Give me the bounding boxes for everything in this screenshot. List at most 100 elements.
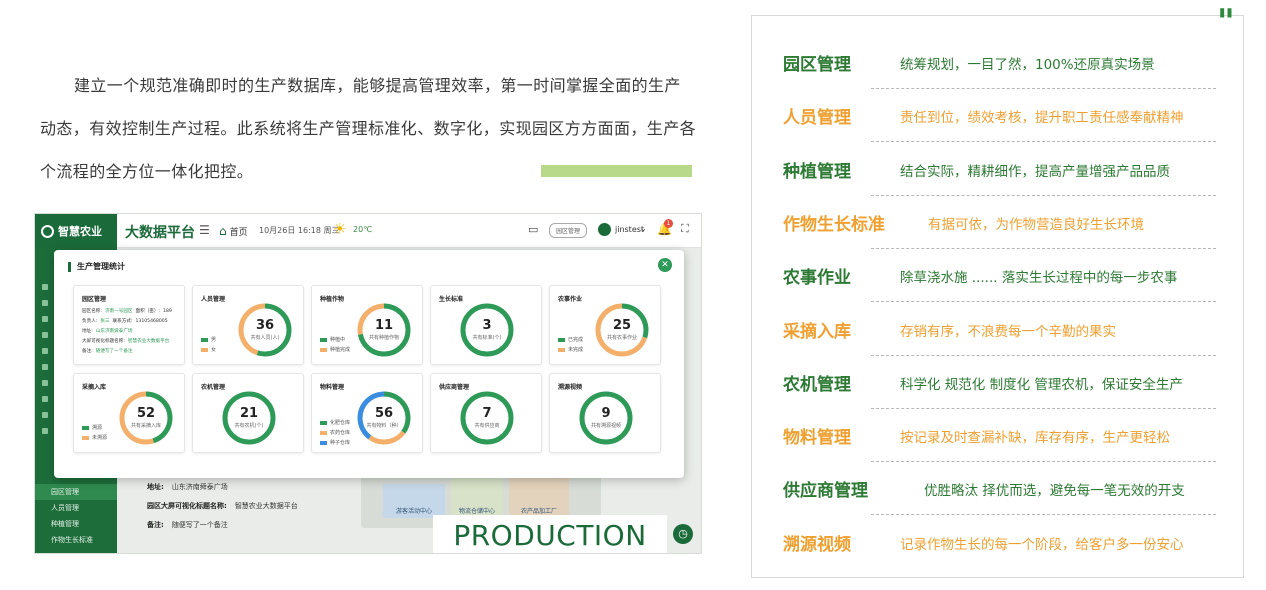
- feature-name: 采摘入库: [783, 321, 851, 342]
- quote-mark: ": [1217, 2, 1235, 42]
- sidebar-item[interactable]: 作物生长标准: [35, 532, 117, 548]
- feature-name: 作物生长标准: [783, 214, 885, 235]
- platform-title: 大数据平台: [125, 225, 195, 241]
- stat-card[interactable]: 供应商管理 7 共有供应商: [430, 373, 542, 453]
- home-link[interactable]: ⌂ 首页: [219, 224, 248, 238]
- donut-value: 56: [374, 406, 394, 421]
- donut-caption: 共有供应商: [474, 423, 500, 429]
- map-plot[interactable]: 农产品加工厂: [509, 478, 569, 518]
- park-info-extra: 联系方式:: [112, 319, 133, 324]
- modal-title: 生产管理统计: [68, 262, 125, 272]
- sidebar-icon[interactable]: [42, 284, 48, 290]
- divider: [871, 194, 1216, 196]
- sidebar-icon[interactable]: [42, 396, 48, 402]
- sidebar-icon[interactable]: [42, 332, 48, 338]
- sidebar-icon[interactable]: [42, 380, 48, 386]
- stat-card[interactable]: 采摘入库 52 共有采摘入库 溯源 未溯源: [73, 373, 185, 453]
- legend-label: 女: [211, 347, 217, 353]
- sun-icon: ☀: [333, 220, 347, 238]
- stat-card[interactable]: 农机管理 21 共有农机(个): [192, 373, 304, 453]
- legend-swatch: [558, 337, 565, 342]
- stat-card[interactable]: 农事作业 25 共有农事作业 已完成 未完成: [549, 285, 661, 365]
- park-info-extra: 面积（亩）:: [135, 309, 161, 314]
- legend-item: 农药仓库: [320, 429, 350, 436]
- park-info-label: 园区名称:: [82, 309, 102, 314]
- park-info-line: 地址: 山东济南舜泰广场: [82, 328, 136, 334]
- legend-item: 女: [201, 346, 216, 353]
- donut-caption: 共有农机(个): [234, 423, 264, 429]
- donut-value: 3: [482, 318, 492, 333]
- park-info-label: 地址:: [82, 329, 93, 334]
- sidebar-item[interactable]: 种植管理: [35, 516, 117, 532]
- fullscreen-icon[interactable]: ⛶: [681, 222, 689, 236]
- feature-description: 除草浇水施 ...... 落实生长过程中的每一步农事: [900, 270, 1178, 287]
- legend-item: 溯源: [82, 424, 102, 431]
- sidebar-item[interactable]: 人员管理: [35, 500, 117, 516]
- feature-description: 结合实际，精耕细作，提高产量增强产品品质: [900, 163, 1170, 180]
- park-info-line: 负责人: 张三 联系方式: 13105468005: [82, 318, 171, 324]
- park-info-label: 备注:: [82, 349, 93, 354]
- sidebar-icon[interactable]: [42, 316, 48, 322]
- brand[interactable]: 智慧农业: [35, 214, 117, 248]
- feature-description: 按记录及时查漏补缺，库存有序，生产更轻松: [900, 430, 1170, 447]
- monitor-icon[interactable]: ▭: [528, 223, 538, 236]
- divider: [871, 247, 1216, 249]
- avatar[interactable]: [598, 223, 611, 236]
- feature-name: 种植管理: [783, 161, 851, 182]
- park-manage-button[interactable]: 园区管理: [549, 223, 588, 238]
- stat-card[interactable]: 生长标准 3 共有标准(个): [430, 285, 542, 365]
- card-title: 园区管理: [82, 296, 107, 303]
- app-screenshot: 智慧农业 大数据平台 ☰ ⌂ 首页 10月26日 16:18 周三 ☀ 20℃ …: [34, 213, 702, 554]
- legend-swatch: [201, 347, 208, 352]
- screen-title-value: 智慧农业大数据平台: [234, 502, 298, 510]
- feature-row: 作物生长标准 有据可依，为作物营造良好生长环境: [783, 210, 1228, 263]
- donut-value: 9: [601, 406, 611, 421]
- sidebar-icon[interactable]: [42, 412, 48, 418]
- feature-row: 农机管理 科学化 规范化 制度化 管理农机，保证安全生产: [783, 370, 1228, 423]
- park-info-extra-value: 13105468005: [135, 319, 168, 324]
- top-bar: 智慧农业 大数据平台 ☰ ⌂ 首页 10月26日 16:18 周三 ☀ 20℃ …: [35, 214, 701, 248]
- close-icon[interactable]: ✕: [658, 258, 672, 272]
- sidebar-icon[interactable]: [42, 364, 48, 370]
- sidebar-icon[interactable]: [42, 348, 48, 354]
- donut-caption: 共有采摘入库: [130, 423, 161, 429]
- feature-name: 供应商管理: [783, 481, 868, 502]
- stat-card[interactable]: 人员管理 36 共有人员(人) 男女: [192, 285, 304, 365]
- chevron-down-icon[interactable]: ⌄: [640, 224, 647, 233]
- park-info-card[interactable]: 园区管理 园区名称: 济南一号园区 面积（亩）: 189 负责人: 张三 联系方式: 1310…: [73, 285, 185, 365]
- menu-icon[interactable]: ☰: [199, 223, 210, 237]
- legend-swatch: [320, 440, 327, 445]
- sidebar-icon[interactable]: [42, 300, 48, 306]
- divider: [871, 301, 1216, 303]
- legend-label: 溯源: [92, 425, 103, 431]
- legend-item: 种植中: [320, 336, 345, 343]
- park-info-extra-value: 189: [163, 309, 172, 314]
- note-label: 备注:: [147, 521, 164, 529]
- park-info-value: 随便写了一个备注: [95, 349, 133, 354]
- feature-name: 物料管理: [783, 428, 851, 449]
- legend-swatch: [558, 347, 565, 352]
- stat-card[interactable]: 种植作物 11 共有种植作物 种植中 种植完成: [311, 285, 423, 365]
- divider: [871, 407, 1216, 409]
- stat-card[interactable]: 溯源视频 9 共有溯源视频: [549, 373, 661, 453]
- address-label: 地址:: [147, 483, 164, 491]
- divider: [871, 88, 1216, 89]
- legend-label: 种植中: [330, 337, 346, 343]
- map-plot[interactable]: 游客活动中心: [383, 484, 445, 518]
- donut-value: 21: [239, 406, 259, 421]
- clock-icon[interactable]: ◷: [673, 524, 693, 544]
- stat-card[interactable]: 物料管理 56 共有物料（种） 化肥仓库 农药仓库 种子仓库: [311, 373, 423, 453]
- temperature: 20℃: [353, 225, 373, 234]
- home-icon: ⌂: [219, 224, 227, 238]
- feature-name: 农机管理: [783, 374, 851, 395]
- divider: [871, 514, 1216, 516]
- divider: [871, 141, 1216, 143]
- donut-value: 36: [255, 318, 275, 333]
- address-value: 山东济南舜泰广场: [171, 483, 228, 491]
- sidebar-icon[interactable]: [42, 428, 48, 434]
- map-plot[interactable]: 物流仓储中心: [451, 478, 503, 518]
- legend-swatch: [82, 435, 89, 440]
- feature-name: 园区管理: [783, 55, 851, 75]
- park-info-line: 备注: 随便写了一个备注: [82, 348, 136, 354]
- sidebar-item[interactable]: 园区管理: [35, 484, 117, 500]
